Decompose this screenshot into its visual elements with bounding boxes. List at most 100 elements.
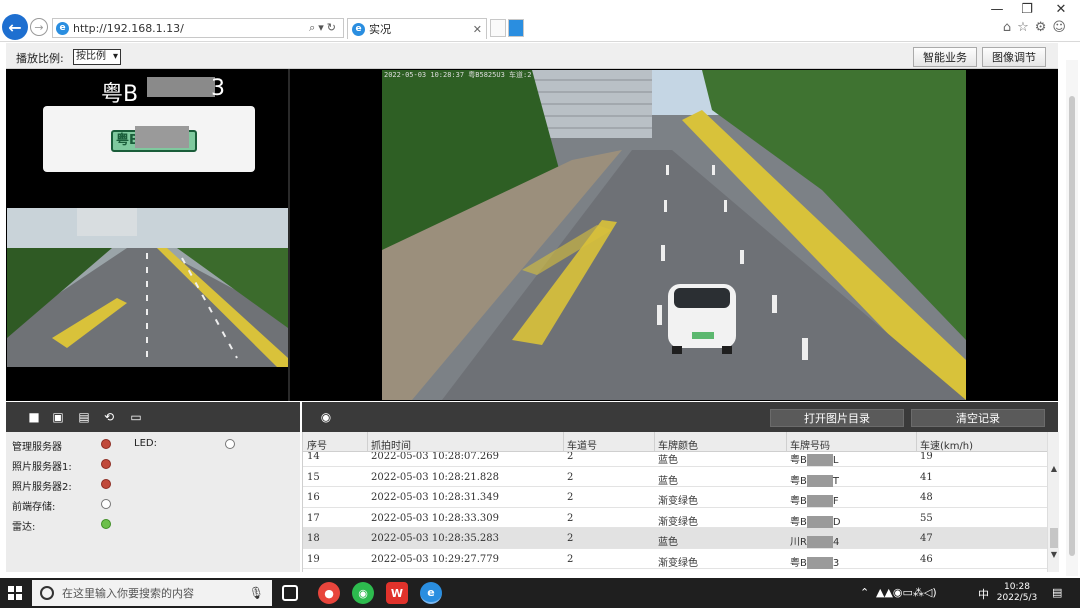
live-video[interactable] bbox=[382, 70, 966, 400]
system-clock[interactable]: 10:28 2022/5/3 bbox=[992, 582, 1042, 604]
cell-plate: 川R 4 bbox=[790, 533, 839, 548]
cell-no: 16 bbox=[307, 492, 320, 503]
new-tab-icon[interactable] bbox=[490, 19, 506, 37]
table-row[interactable]: 14 2022-05-03 10:28:07.269 2 蓝色 粤B L 19 bbox=[303, 452, 1047, 467]
minimize-icon[interactable]: — bbox=[982, 2, 1012, 17]
browser-tool-icons[interactable]: ⌂☆⚙☺ bbox=[1003, 20, 1072, 35]
col-no[interactable]: 序号 bbox=[307, 437, 327, 452]
plate-mask bbox=[806, 556, 833, 569]
status-led bbox=[101, 439, 111, 449]
close-icon[interactable]: ✕ bbox=[1046, 2, 1076, 17]
tab-close-icon[interactable]: ✕ bbox=[473, 23, 482, 36]
stop-icon[interactable]: ■ bbox=[26, 410, 42, 424]
plate-mask bbox=[147, 77, 215, 97]
ratio-select[interactable]: 按比例 bbox=[73, 49, 121, 65]
plate-crop-panel: 粤B 3 粤B bbox=[7, 70, 288, 174]
cell-color: 蓝色 bbox=[658, 455, 678, 466]
plate-post: 4 bbox=[832, 537, 840, 548]
search-refresh-icons[interactable]: ⌕▾↻ bbox=[309, 21, 339, 35]
snapshot-image[interactable] bbox=[7, 208, 288, 367]
ie-taskbar-icon[interactable]: e bbox=[420, 582, 442, 604]
col-lane[interactable]: 车道号 bbox=[567, 437, 597, 452]
plate-post: T bbox=[832, 475, 839, 487]
video-area: 粤B 3 粤B 2022-05-03 10:28:37 粤B5825U3 车道:… bbox=[6, 69, 1058, 401]
address-bar[interactable]: e http://192.168.1.13/ ⌕▾↻ bbox=[52, 18, 344, 38]
led-indicator bbox=[225, 439, 235, 449]
cell-time: 2022-05-03 10:28:21.828 bbox=[371, 471, 500, 483]
cell-lane: 2 bbox=[567, 492, 574, 503]
image-adjust-button[interactable]: 图像调节 bbox=[982, 47, 1046, 67]
cell-no: 14 bbox=[307, 452, 320, 462]
table-scrollbar[interactable]: ▲ ▼ bbox=[1047, 432, 1059, 572]
clear-records-button[interactable]: 清空记录 bbox=[911, 409, 1045, 427]
plate-suffix-text: 3 bbox=[211, 76, 225, 101]
microphone-icon[interactable]: 🎙 bbox=[249, 586, 264, 600]
scroll-thumb[interactable] bbox=[1050, 528, 1058, 548]
restore-icon[interactable]: ❐ bbox=[1012, 2, 1042, 17]
table-row[interactable]: 16 2022-05-03 10:28:31.349 2 渐变绿色 粤B F 48 bbox=[303, 487, 1047, 508]
snapshot-image-icon[interactable]: ▣ bbox=[50, 410, 66, 424]
browser-chrome: ← → e http://192.168.1.13/ ⌕▾↻ e 实况 ✕ — … bbox=[0, 0, 1080, 42]
back-arrow-icon[interactable]: ← bbox=[2, 14, 28, 40]
status-led bbox=[101, 459, 111, 469]
cell-color: 蓝色 bbox=[658, 475, 678, 487]
page-toolbar: 播放比例: 按比例 智能业务 图像调节 bbox=[6, 43, 1058, 69]
ie-newtab-icon[interactable] bbox=[508, 19, 524, 37]
table-row[interactable]: 17 2022-05-03 10:28:33.309 2 渐变绿色 粤B D 55 bbox=[303, 508, 1047, 528]
plate-pre: 川R bbox=[790, 537, 807, 548]
open-dir-button[interactable]: 打开图片目录 bbox=[770, 409, 904, 427]
status-label: 管理服务器 bbox=[12, 442, 62, 453]
cell-speed: 46 bbox=[920, 553, 933, 565]
forward-arrow-icon[interactable]: → bbox=[30, 18, 48, 36]
cell-time: 2022-05-03 10:29:27.779 bbox=[371, 553, 500, 565]
plate-pre: 粤B bbox=[790, 475, 807, 487]
cell-speed: 47 bbox=[920, 533, 933, 544]
plate-post: 3 bbox=[832, 557, 840, 569]
camera-icon[interactable]: ◉ bbox=[318, 410, 334, 424]
zoom-icon[interactable]: ⟲ bbox=[101, 410, 117, 424]
status-label: 前端存储: bbox=[12, 502, 56, 513]
tray-app-icons[interactable]: ▲▲◉▭⁂◁) bbox=[876, 586, 937, 599]
table-row-selected[interactable]: 18 2022-05-03 10:28:35.283 2 蓝色 川R 4 47 bbox=[303, 528, 1047, 549]
table-header: 序号 抓拍时间 车道号 车牌颜色 车牌号码 车速(km/h) bbox=[303, 432, 1047, 452]
cell-lane: 2 bbox=[567, 512, 574, 524]
page-scrollbar[interactable] bbox=[1066, 60, 1078, 576]
plate-pre: 粤B bbox=[790, 496, 807, 507]
page-scroll-thumb[interactable] bbox=[1069, 96, 1075, 556]
notification-icon[interactable]: ▤ bbox=[1052, 586, 1062, 599]
task-view-icon[interactable] bbox=[282, 585, 298, 601]
col-separator bbox=[786, 432, 787, 452]
col-speed[interactable]: 车速(km/h) bbox=[920, 437, 973, 452]
ratio-label: 播放比例: bbox=[16, 52, 64, 65]
cell-lane: 2 bbox=[567, 452, 574, 462]
windows-start-icon[interactable] bbox=[8, 586, 22, 600]
tray-chevron-icon[interactable]: ⌃ bbox=[860, 586, 869, 599]
col-time[interactable]: 抓拍时间 bbox=[371, 437, 411, 452]
cell-speed: 41 bbox=[920, 471, 933, 483]
record-clapper-icon[interactable]: ▤ bbox=[76, 410, 92, 424]
cell-plate: 粤B L bbox=[790, 452, 838, 466]
cell-plate: 粤B T bbox=[790, 472, 839, 487]
tab-live[interactable]: e 实况 ✕ bbox=[347, 18, 487, 39]
wechat-icon[interactable]: ◉ bbox=[352, 582, 374, 604]
col-color[interactable]: 车牌颜色 bbox=[658, 437, 698, 452]
ime-indicator[interactable]: 中 bbox=[978, 586, 989, 602]
wps-icon[interactable]: W bbox=[386, 582, 408, 604]
status-led bbox=[101, 479, 111, 489]
cell-no: 19 bbox=[307, 553, 320, 565]
table-row[interactable]: 15 2022-05-03 10:28:21.828 2 蓝色 粤B T 41 bbox=[303, 467, 1047, 487]
table-body: 14 2022-05-03 10:28:07.269 2 蓝色 粤B L 19 1… bbox=[303, 452, 1047, 572]
cell-plate: 粤B D bbox=[790, 513, 841, 528]
cell-time: 2022-05-03 10:28:07.269 bbox=[371, 452, 500, 462]
monitor-icon[interactable]: ▭ bbox=[128, 410, 144, 424]
status-label: 照片服务器2: bbox=[12, 482, 72, 493]
scroll-up-icon[interactable]: ▲ bbox=[1049, 464, 1059, 473]
chrome-icon[interactable]: ● bbox=[318, 582, 340, 604]
smart-business-button[interactable]: 智能业务 bbox=[913, 47, 977, 67]
table-row[interactable]: 19 2022-05-03 10:29:27.779 2 渐变绿色 粤B 3 46 bbox=[303, 549, 1047, 569]
col-plate[interactable]: 车牌号码 bbox=[790, 437, 830, 452]
plate-mask bbox=[806, 536, 833, 548]
cell-no: 15 bbox=[307, 471, 320, 483]
scroll-down-icon[interactable]: ▼ bbox=[1049, 550, 1059, 559]
taskbar-search[interactable]: 在这里输入你要搜索的内容 🎙 bbox=[32, 580, 272, 606]
